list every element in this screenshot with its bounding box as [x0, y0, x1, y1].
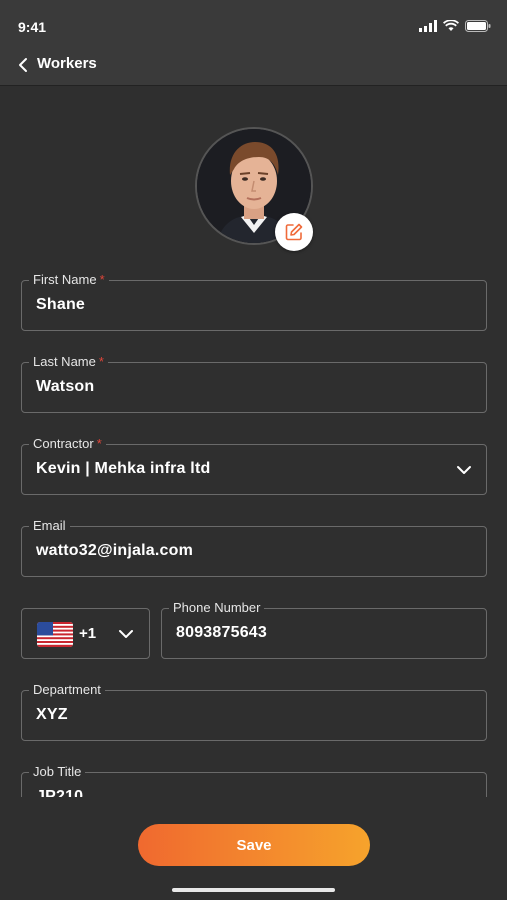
phone-number-value[interactable]: 8093875643	[176, 624, 267, 642]
country-code-select[interactable]: +1	[21, 608, 150, 659]
us-flag-icon	[37, 622, 73, 647]
email-value[interactable]: watto32@injala.com	[36, 542, 193, 560]
last-name-field[interactable]: Last Name * Watson	[21, 353, 487, 413]
required-mark: *	[96, 436, 102, 451]
last-name-value[interactable]: Watson	[36, 378, 94, 396]
battery-icon	[465, 20, 491, 32]
profile-photo	[195, 127, 313, 251]
contractor-label: Contractor *	[29, 435, 106, 453]
email-label: Email	[29, 517, 70, 535]
chevron-down-icon[interactable]	[456, 462, 472, 478]
department-value[interactable]: XYZ	[36, 706, 68, 724]
email-field[interactable]: Email watto32@injala.com	[21, 517, 487, 577]
first-name-value[interactable]: Shane	[36, 296, 85, 314]
last-name-label: Last Name *	[29, 353, 108, 371]
job-title-field[interactable]: Job Title JP210	[21, 763, 487, 797]
page-title: Workers	[37, 55, 97, 72]
job-title-value[interactable]: JP210	[36, 788, 83, 797]
chevron-down-icon[interactable]	[118, 626, 134, 642]
edit-photo-button[interactable]	[275, 213, 313, 251]
required-mark: *	[98, 354, 104, 369]
contractor-select[interactable]: Contractor * Kevin | Mehka infra ltd	[21, 435, 487, 495]
phone-number-label: Phone Number	[169, 599, 265, 617]
contractor-value[interactable]: Kevin | Mehka infra ltd	[36, 460, 210, 478]
department-field[interactable]: Department XYZ	[21, 681, 487, 741]
first-name-field[interactable]: First Name * Shane	[21, 271, 487, 331]
signal-icon	[419, 20, 437, 32]
status-time: 9:41	[18, 19, 47, 35]
department-label: Department	[29, 681, 105, 699]
job-title-label: Job Title	[29, 763, 86, 781]
first-name-label: First Name *	[29, 271, 109, 289]
back-chevron-icon[interactable]	[14, 55, 34, 75]
phone-number-field[interactable]: Phone Number 8093875643	[161, 599, 487, 659]
status-icons	[419, 20, 491, 32]
form-scroll-area[interactable]: First Name * Shane Last Name * Watson Cont…	[0, 87, 507, 797]
save-button[interactable]: Save	[138, 824, 370, 866]
required-mark: *	[99, 272, 105, 287]
edit-icon	[285, 223, 303, 241]
nav-bar: Workers	[0, 46, 507, 86]
home-indicator	[172, 888, 335, 892]
country-code: +1	[79, 625, 97, 642]
wifi-icon	[443, 20, 459, 31]
status-bar: 9:41	[0, 0, 507, 46]
